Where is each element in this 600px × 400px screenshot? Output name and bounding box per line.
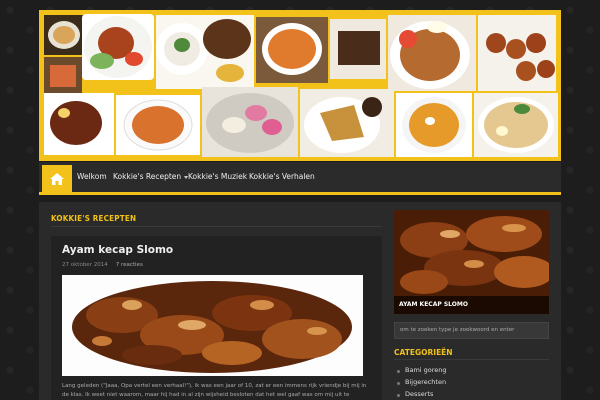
section-title: KOKKIE'S RECEPTEN — [51, 214, 137, 223]
ayam-kecap-photo — [62, 275, 363, 376]
categories-divider — [394, 359, 549, 360]
content-area: KOKKIE'S RECEPTEN Ayam kecap Slomo 27 ok… — [39, 202, 561, 400]
category-link[interactable]: Bami goreng — [405, 366, 447, 374]
post-comments[interactable]: 7 reacties — [116, 262, 143, 268]
featured-post[interactable]: AYAM KECAP SLOMO — [394, 210, 549, 314]
food-collage-image — [42, 13, 558, 158]
nav-item-muziek[interactable]: Kokkie's Muziek — [188, 162, 247, 192]
post-excerpt: Lang geleden ("Jaaa, Opa vertel een verh… — [62, 383, 367, 398]
post-card: Ayam kecap Slomo 27 oktober 2014 7 reacti… — [51, 236, 382, 400]
home-icon — [50, 172, 64, 185]
nav-item-verhalen[interactable]: Kokkie's Verhalen — [249, 162, 315, 192]
nav-label: Welkom — [77, 172, 107, 181]
post-meta: 27 oktober 2014 7 reacties — [62, 262, 143, 268]
bullet-icon — [397, 394, 400, 397]
bullet-icon — [397, 370, 400, 373]
search-input[interactable]: om te zoeken type je zoekwoord en enter — [394, 322, 549, 339]
categories-title: CATEGORIEËN — [394, 348, 453, 357]
nav-label: Kokkie's Muziek — [188, 172, 248, 181]
bullet-icon — [397, 382, 400, 385]
section-divider — [51, 226, 382, 227]
nav-label: Kokkie's Recepten — [113, 172, 182, 181]
header-banner-collage[interactable] — [39, 10, 561, 161]
page-wrapper: Welkom Kokkie's Recepten Kokkie's Muziek… — [39, 10, 561, 400]
category-link[interactable]: Desserts — [405, 390, 433, 398]
nav-item-recepten[interactable]: Kokkie's Recepten — [113, 162, 189, 192]
post-date[interactable]: 27 oktober 2014 — [62, 262, 108, 268]
nav-label: Kokkie's Verhalen — [249, 172, 315, 181]
home-button[interactable] — [42, 165, 72, 192]
post-featured-image[interactable] — [62, 275, 363, 376]
nav-item-welkom[interactable]: Welkom — [77, 162, 107, 192]
featured-caption: AYAM KECAP SLOMO — [394, 296, 549, 314]
post-title[interactable]: Ayam kecap Slomo — [62, 244, 173, 256]
main-navigation: Welkom Kokkie's Recepten Kokkie's Muziek… — [39, 162, 561, 195]
category-link[interactable]: Bijgerechten — [405, 378, 446, 386]
